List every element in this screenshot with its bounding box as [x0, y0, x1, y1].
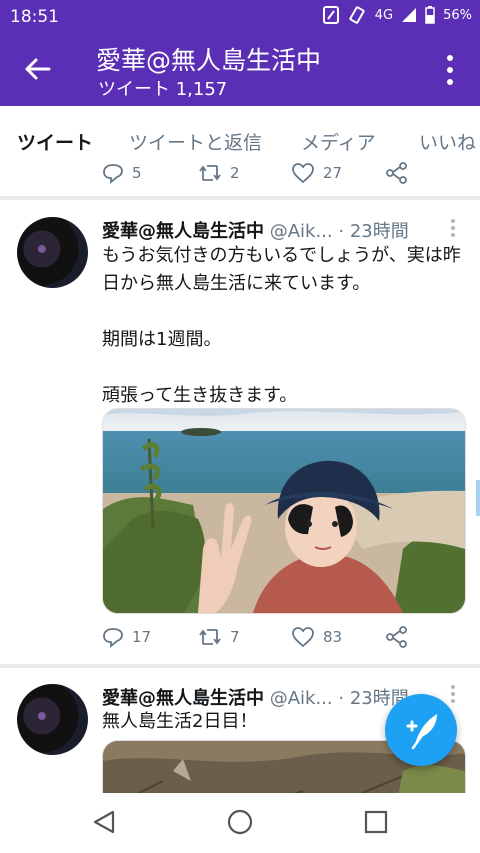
- compose-feather-icon: [406, 714, 437, 750]
- tweet-line: もうお気付きの方もいるでしょうが、実は昨日から無人島生活に来ています。: [102, 245, 461, 294]
- nav-back-icon[interactable]: [91, 809, 117, 835]
- retweet-count: 7: [230, 628, 240, 646]
- tab-media[interactable]: メディア: [301, 128, 376, 155]
- vibrate-icon: [349, 6, 365, 24]
- tweet-line: 期間は1週間。: [102, 329, 222, 350]
- retweet-button[interactable]: 2: [198, 162, 240, 184]
- scrollbar[interactable]: [476, 480, 480, 516]
- tab-tweets-replies[interactable]: ツイートと返信: [129, 128, 262, 155]
- previous-tweet-actions: 5 2 27: [0, 160, 480, 194]
- retweet-count: 2: [230, 164, 240, 182]
- reply-count: 17: [132, 628, 152, 646]
- status-icons: 4G 56%: [322, 6, 472, 24]
- share-icon: [386, 626, 407, 648]
- nav-home-icon[interactable]: [227, 809, 253, 835]
- avatar[interactable]: [17, 684, 88, 755]
- heart-icon: [292, 627, 314, 648]
- tweet-time: · 23時間: [338, 221, 409, 242]
- nav-recents-icon[interactable]: [364, 810, 388, 834]
- like-button[interactable]: 27: [291, 162, 342, 184]
- reply-icon: [103, 628, 123, 648]
- tweet-count: ツイート 1,157: [98, 79, 228, 100]
- reply-button[interactable]: 5: [102, 162, 142, 184]
- tab-tweets[interactable]: ツイート: [17, 128, 93, 155]
- tweet-text: もうお気付きの方もいるでしょうが、実は昨日から無人島生活に来ています。 期間は1…: [102, 242, 467, 410]
- nfc-icon: [322, 6, 339, 24]
- like-button[interactable]: 83: [291, 626, 342, 648]
- compose-tweet-button[interactable]: [385, 694, 457, 766]
- reply-count: 5: [132, 164, 142, 182]
- tweet-card[interactable]: 愛華@無人島生活中 @Aik... · 23時間 もうお気付きの方もいるでしょう…: [0, 200, 480, 662]
- network-type: 4G: [374, 7, 394, 23]
- system-navigation-bar: [0, 793, 480, 853]
- display-name[interactable]: 愛華@無人島生活中: [102, 688, 264, 709]
- reply-icon: [103, 164, 123, 184]
- back-arrow-icon[interactable]: [22, 54, 52, 84]
- action-bar: 5 2 27: [102, 162, 432, 188]
- battery-icon: [425, 6, 435, 24]
- tweet-photo[interactable]: [102, 408, 466, 614]
- reply-button[interactable]: 17: [102, 626, 151, 648]
- tweet-line: 頑張って生き抜きます。: [102, 385, 298, 406]
- island-selfie-photo: [103, 409, 465, 613]
- share-icon: [386, 162, 407, 184]
- tweet-header: 愛華@無人島生活中 @Aik... · 23時間: [102, 684, 409, 710]
- action-bar: 17 7 83: [102, 626, 432, 652]
- user-handle: @Aik...: [269, 688, 333, 709]
- more-options-icon[interactable]: [446, 54, 454, 86]
- battery-level: 56%: [443, 7, 472, 23]
- retweet-icon: [199, 629, 221, 645]
- status-time: 18:51: [10, 7, 59, 27]
- like-count: 27: [323, 164, 343, 182]
- profile-title: 愛華@無人島生活中: [96, 46, 322, 75]
- heart-icon: [292, 163, 314, 184]
- retweet-button[interactable]: 7: [198, 626, 240, 648]
- retweet-icon: [199, 165, 221, 181]
- share-button[interactable]: [385, 162, 409, 184]
- display-name[interactable]: 愛華@無人島生活中: [102, 221, 264, 242]
- share-button[interactable]: [385, 626, 409, 648]
- avatar[interactable]: [17, 217, 88, 288]
- signal-icon: [402, 8, 417, 22]
- tweet-header: 愛華@無人島生活中 @Aik... · 23時間: [102, 217, 409, 243]
- like-count: 83: [323, 628, 343, 646]
- app-bar: 愛華@無人島生活中 ツイート 1,157: [0, 34, 480, 106]
- status-bar: 18:51 4G 56%: [0, 0, 480, 34]
- tab-likes[interactable]: いいね: [419, 128, 476, 155]
- tweet-menu-icon[interactable]: [450, 218, 456, 238]
- user-handle: @Aik...: [269, 221, 333, 242]
